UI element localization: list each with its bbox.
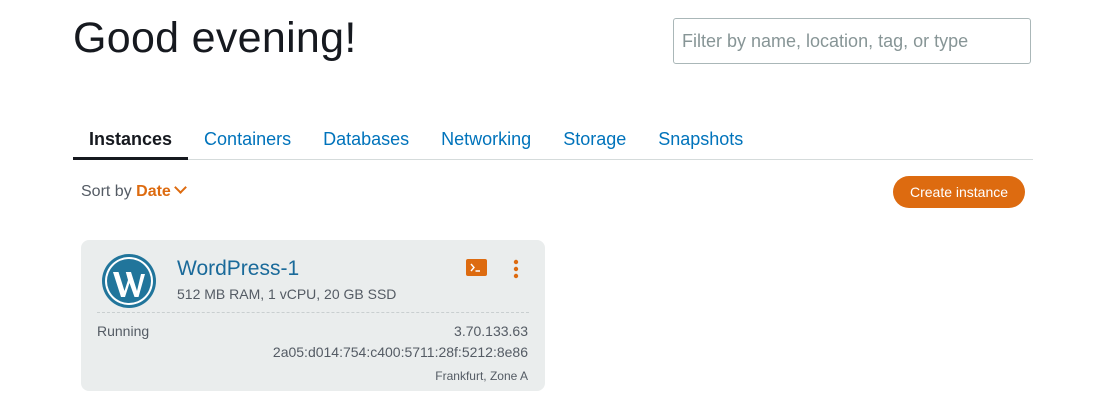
- card-divider: [97, 312, 529, 313]
- tab-storage[interactable]: Storage: [547, 118, 642, 159]
- sort-control: Sort by Date: [81, 181, 187, 201]
- tab-containers[interactable]: Containers: [188, 118, 307, 159]
- tab-instances[interactable]: Instances: [73, 118, 189, 160]
- sort-value: Date: [136, 183, 171, 200]
- page-greeting: Good evening!: [73, 14, 357, 62]
- instance-state: Running: [97, 323, 150, 339]
- terminal-icon[interactable]: [466, 259, 487, 276]
- instance-specs: 512 MB RAM, 1 vCPU, 20 GB SSD: [177, 286, 397, 302]
- tab-databases[interactable]: Databases: [307, 118, 425, 159]
- sort-dropdown[interactable]: Date: [136, 181, 187, 200]
- instance-card: WordPress-1 512 MB RAM, 1 vCPU, 20 GB SS…: [81, 240, 545, 391]
- create-instance-button[interactable]: Create instance: [893, 176, 1025, 208]
- instance-ipv4: 3.70.133.63: [454, 323, 528, 339]
- filter-search-input[interactable]: [673, 18, 1031, 64]
- instance-ipv6: 2a05:d014:754:c400:5711:28f:5212:8e86: [272, 344, 528, 360]
- resource-tabs: Instances Containers Databases Networkin…: [73, 118, 1033, 160]
- wordpress-logo-icon[interactable]: [101, 253, 157, 309]
- sort-label: Sort by: [81, 183, 132, 200]
- tab-networking[interactable]: Networking: [425, 118, 547, 159]
- chevron-down-icon: [173, 181, 187, 194]
- more-vertical-icon[interactable]: [512, 259, 520, 279]
- instance-name-link[interactable]: WordPress-1: [177, 257, 299, 281]
- instance-location: Frankfurt, Zone A: [435, 369, 528, 383]
- tab-snapshots[interactable]: Snapshots: [642, 118, 759, 159]
